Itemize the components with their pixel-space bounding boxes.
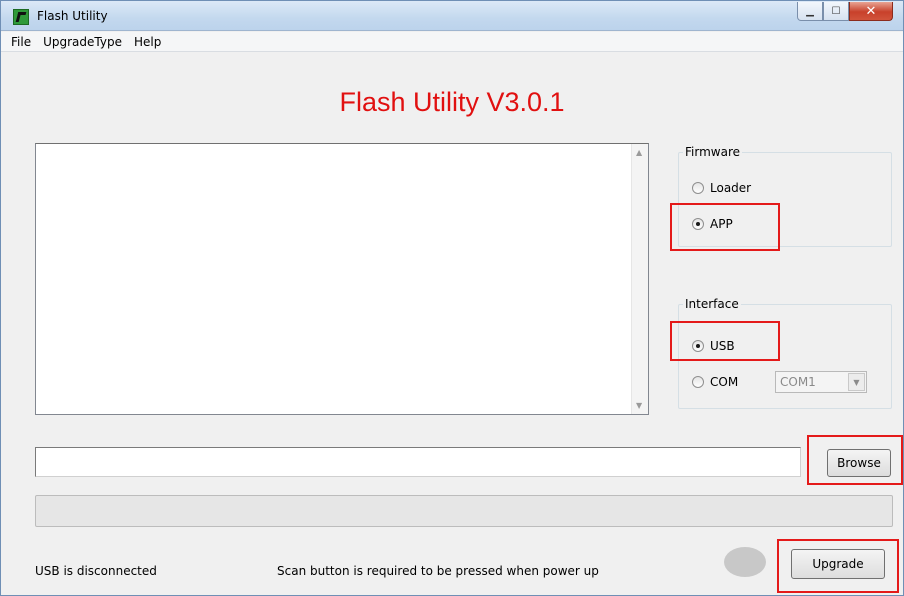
com-port-value: COM1 [780,375,816,389]
com-radio[interactable] [692,376,704,388]
menu-help[interactable]: Help [128,35,167,49]
app-heading: Flash Utility V3.0.1 [339,87,565,117]
log-textarea[interactable]: ▲ ▼ [35,143,649,415]
upgrade-highlight-box [777,539,899,593]
connection-status: USB is disconnected [35,564,157,578]
scroll-up-icon[interactable]: ▲ [636,148,642,157]
usb-highlight-box [670,321,780,361]
title-bar[interactable]: Flash Utility ▁ ☐ ✕ [1,1,903,31]
interface-legend: Interface [685,297,739,311]
chevron-down-icon[interactable]: ▼ [848,373,865,391]
app-icon [13,9,29,25]
loader-radio[interactable] [692,182,704,194]
close-icon: ✕ [865,3,877,19]
firmware-legend: Firmware [685,145,740,159]
loader-label: Loader [710,181,752,195]
menu-file[interactable]: File [5,35,37,49]
flash-utility-window: Flash Utility ▁ ☐ ✕ File UpgradeType Hel… [0,0,904,596]
close-button[interactable]: ✕ [849,2,893,21]
com-port-select[interactable]: COM1 ▼ [775,371,867,393]
scroll-down-icon[interactable]: ▼ [636,401,642,410]
power-up-hint: Scan button is required to be pressed wh… [277,564,599,578]
minimize-button[interactable]: ▁ [797,2,823,21]
log-scrollbar[interactable]: ▲ ▼ [631,144,648,414]
menu-upgradetype[interactable]: UpgradeType [37,35,128,49]
window-controls: ▁ ☐ ✕ [797,2,893,22]
file-path-input[interactable] [35,447,801,477]
upgrade-progress-bar [35,495,893,527]
browse-highlight-box [807,435,903,485]
interface-com-option[interactable]: COM [692,375,738,389]
app-highlight-box [670,203,780,251]
maximize-button[interactable]: ☐ [823,2,849,21]
maximize-icon: ☐ [831,5,841,17]
window-title: Flash Utility [37,9,108,23]
com-label: COM [710,375,739,389]
minimize-icon: ▁ [806,5,814,17]
connection-indicator-icon [724,547,766,577]
firmware-loader-option[interactable]: Loader [692,181,751,195]
menu-bar: File UpgradeType Help [1,32,903,52]
